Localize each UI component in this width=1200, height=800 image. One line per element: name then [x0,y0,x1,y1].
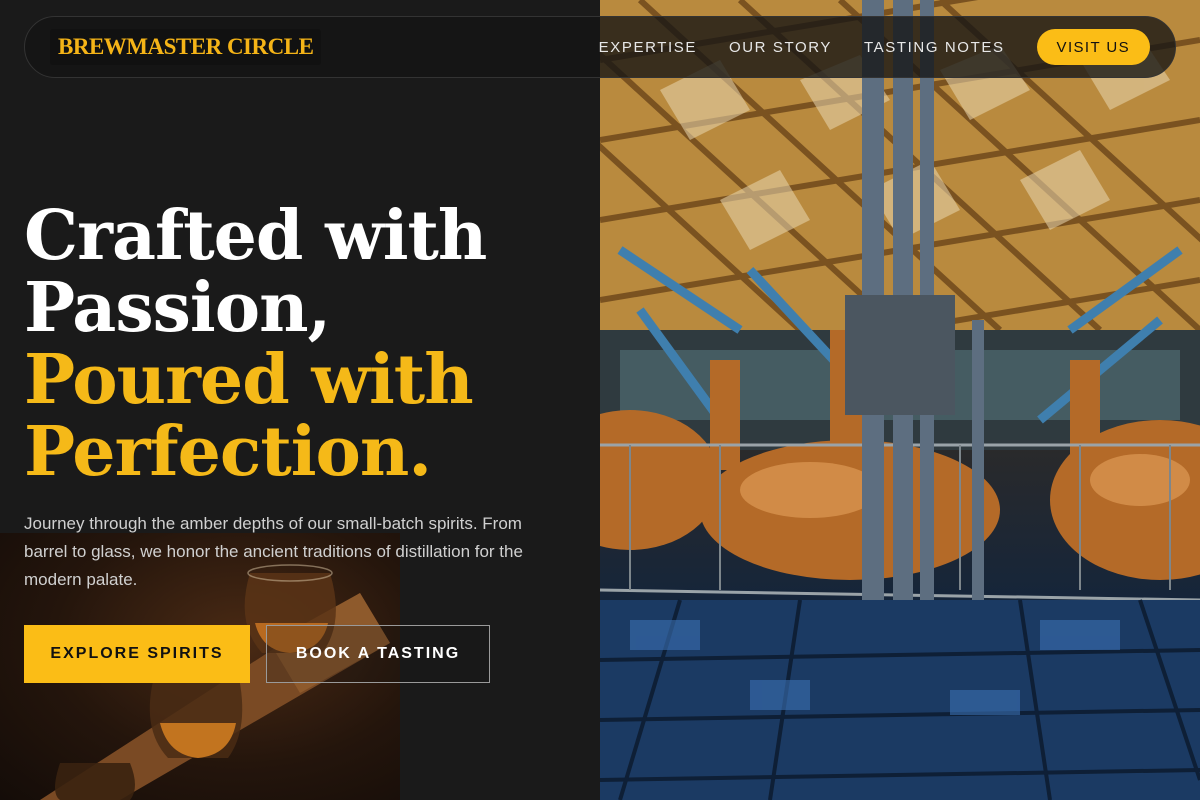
explore-spirits-button[interactable]: EXPLORE SPIRITS [24,625,250,683]
headline-line: Passion, [24,268,331,348]
nav-link-our-story[interactable]: OUR STORY [729,39,832,56]
nav-link-expertise[interactable]: EXPERTISE [599,39,697,56]
nav-link-tasting-notes[interactable]: TASTING NOTES [864,39,1005,56]
nav-links: EXPERTISE OUR STORY TASTING NOTES VISIT … [599,29,1150,65]
headline-line-accent: Poured with [24,340,474,420]
hero-image-distillery [600,0,1200,800]
headline-line: Crafted with [24,196,487,276]
hero-description: Journey through the amber depths of our … [24,514,523,589]
hero-headline: Crafted with Passion, Poured with Perfec… [24,200,584,488]
top-navigation: BREWMASTER CIRCLE EXPERTISE OUR STORY TA… [24,16,1176,78]
brand-logo[interactable]: BREWMASTER CIRCLE [50,29,322,65]
visit-us-button[interactable]: VISIT US [1036,29,1150,65]
book-tasting-button[interactable]: BOOK A TASTING [266,625,490,683]
headline-line-accent: Perfection. [24,412,432,492]
